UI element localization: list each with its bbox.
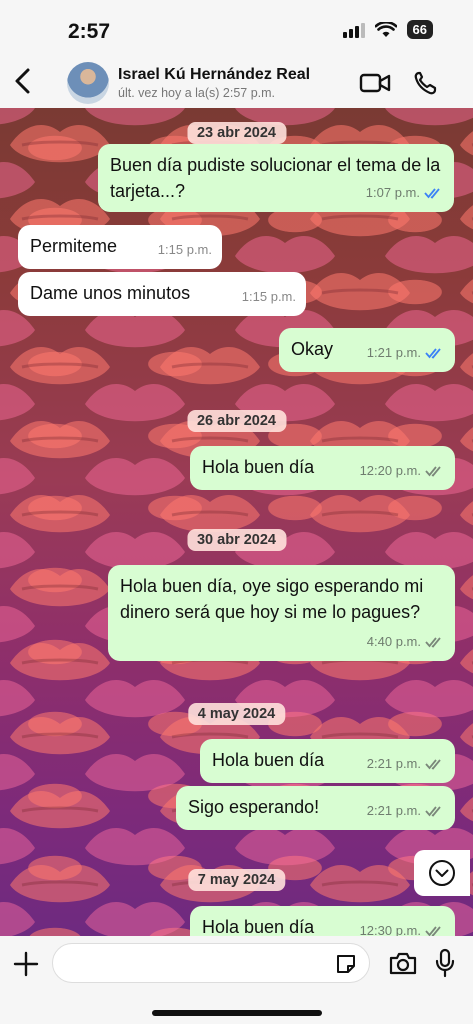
composer-bar xyxy=(0,936,473,1024)
battery-indicator: 66 xyxy=(406,20,433,39)
delivered-ticks-icon xyxy=(425,926,441,936)
message-meta: 1:15 p.m. xyxy=(158,237,212,263)
message-time: 2:21 p.m. xyxy=(366,756,421,771)
message-input[interactable] xyxy=(52,943,370,983)
message-meta: 2:21 p.m. xyxy=(367,798,445,824)
message-text: Dame unos minutos xyxy=(30,283,191,303)
plus-icon[interactable] xyxy=(12,950,40,978)
camera-icon[interactable] xyxy=(388,950,418,976)
status-time: 2:57 xyxy=(68,20,111,43)
status-icons: 66 xyxy=(342,20,433,39)
last-seen-status: últ. vez hoy a la(s) 2:57 p.m. xyxy=(118,86,276,100)
phone-call-icon[interactable] xyxy=(410,68,444,98)
message-time: 1:21 p.m. xyxy=(366,345,421,360)
message-outgoing[interactable]: Sigo esperando! 2:21 p.m. xyxy=(176,786,455,830)
scroll-to-bottom-button[interactable] xyxy=(414,850,470,896)
message-time: 4:40 p.m. xyxy=(366,634,421,649)
sticker-icon[interactable] xyxy=(334,952,358,976)
back-arrow-icon[interactable] xyxy=(10,64,36,98)
message-meta: 12:30 p.m. xyxy=(360,918,445,936)
top-bar: 2:57 66 Israel Kú Hernández Real últ. ve… xyxy=(0,0,473,108)
delivered-ticks-icon xyxy=(425,806,441,817)
chat-area[interactable]: 23 abr 2024 Buen día pudiste solucionar … xyxy=(0,108,473,936)
date-separator: 4 may 2024 xyxy=(187,703,286,725)
message-time: 1:15 p.m. xyxy=(241,289,296,304)
message-text: Sigo esperando! xyxy=(188,797,320,817)
message-incoming[interactable]: Dame unos minutos 1:15 p.m. xyxy=(18,272,306,316)
message-incoming[interactable]: Permiteme 1:15 p.m. xyxy=(18,225,222,269)
delivered-ticks-icon xyxy=(425,466,441,477)
date-separator: 30 abr 2024 xyxy=(186,529,287,551)
signal-icon xyxy=(342,22,365,38)
date-separator: 26 abr 2024 xyxy=(186,410,287,432)
message-meta: 12:20 p.m. xyxy=(360,458,445,484)
message-text: Hola buen día xyxy=(202,917,315,936)
message-outgoing[interactable]: Hola buen día, oye sigo esperando mi din… xyxy=(108,565,455,661)
chevron-down-icon xyxy=(429,860,455,886)
date-separator: 7 may 2024 xyxy=(187,869,286,891)
message-meta: 1:07 p.m. xyxy=(366,180,444,206)
message-meta: 1:21 p.m. xyxy=(367,340,445,366)
message-meta: 2:21 p.m. xyxy=(367,751,445,777)
message-time: 12:30 p.m. xyxy=(359,923,421,936)
home-indicator xyxy=(152,1010,322,1016)
message-text: Okay xyxy=(291,339,334,359)
message-outgoing[interactable]: Hola buen día 12:20 p.m. xyxy=(190,446,455,490)
message-text: Permiteme xyxy=(30,236,118,256)
message-outgoing[interactable]: Buen día pudiste solucionar el tema de l… xyxy=(98,144,454,212)
delivered-ticks-icon xyxy=(425,759,441,770)
contact-avatar[interactable] xyxy=(67,62,109,104)
read-ticks-icon xyxy=(424,188,440,199)
message-text: Hola buen día xyxy=(212,750,325,770)
message-meta: 4:40 p.m. xyxy=(367,629,445,655)
read-ticks-icon xyxy=(425,348,441,359)
message-text: Hola buen día xyxy=(202,457,315,477)
microphone-icon[interactable] xyxy=(434,948,456,978)
message-outgoing[interactable]: Hola buen día 12:30 p.m. xyxy=(190,906,455,936)
contact-name[interactable]: Israel Kú Hernández Real xyxy=(118,66,310,84)
message-text: Hola buen día, oye sigo esperando mi din… xyxy=(120,576,424,622)
message-outgoing[interactable]: Hola buen día 2:21 p.m. xyxy=(200,739,455,783)
wifi-icon xyxy=(374,21,397,37)
message-time: 1:15 p.m. xyxy=(157,242,212,257)
message-time: 12:20 p.m. xyxy=(359,463,421,478)
video-call-icon[interactable] xyxy=(358,68,392,98)
message-outgoing[interactable]: Okay 1:21 p.m. xyxy=(279,328,455,372)
delivered-ticks-icon xyxy=(425,637,441,648)
date-separator: 23 abr 2024 xyxy=(186,122,287,144)
message-time: 2:21 p.m. xyxy=(366,803,421,818)
message-time: 1:07 p.m. xyxy=(365,185,420,200)
message-meta: 1:15 p.m. xyxy=(242,284,296,310)
